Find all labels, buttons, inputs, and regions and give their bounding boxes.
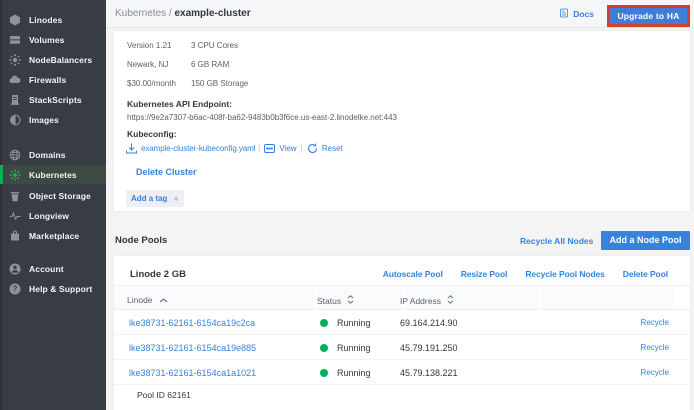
svg-text:?: ? xyxy=(13,284,18,293)
